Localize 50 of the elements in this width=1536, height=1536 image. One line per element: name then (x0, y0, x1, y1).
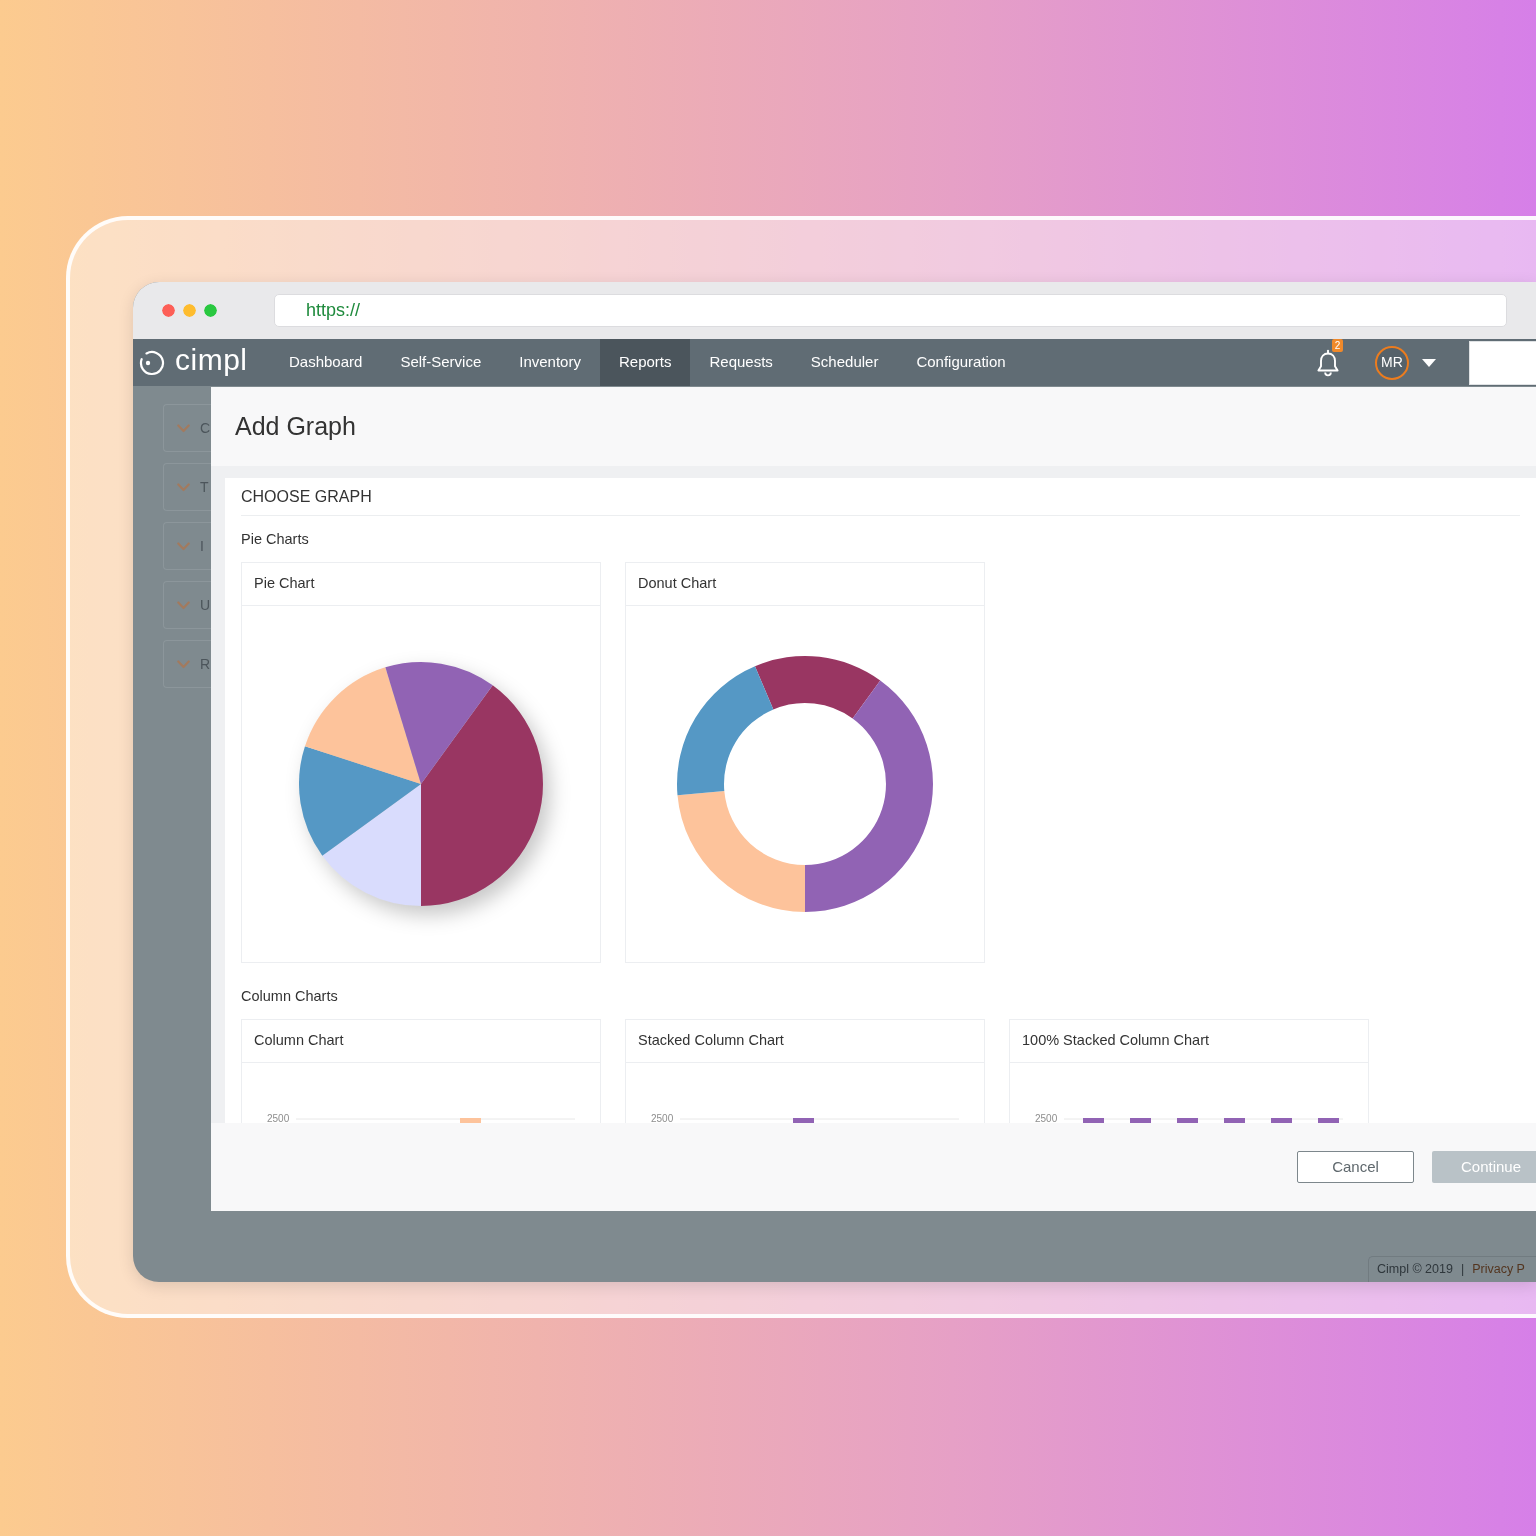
chevron-icon (177, 482, 190, 492)
nav-link[interactable]: Requests (690, 339, 792, 386)
chart-option-card[interactable]: Donut Chart (625, 562, 985, 963)
section-heading: CHOOSE GRAPH (241, 486, 372, 507)
column-bar (1130, 1118, 1151, 1123)
axis-tick-label: 2500 (267, 1114, 291, 1123)
nav-link[interactable]: Self-Service (381, 339, 501, 386)
secondary-button[interactable]: Cancel (1297, 1151, 1414, 1183)
column-bar (793, 1118, 814, 1123)
card-title: 100% Stacked Column Chart (1022, 1031, 1209, 1051)
chart-option-card[interactable]: Pie Chart (241, 562, 601, 963)
column-bar (460, 1118, 481, 1123)
nav-link[interactable]: Configuration (897, 339, 1025, 386)
column-bar (1177, 1118, 1198, 1123)
chart-option-card[interactable]: 100% Stacked Column Chart 2500 (1009, 1019, 1369, 1123)
caret-icon[interactable] (1422, 358, 1436, 367)
bell-icon[interactable] (1315, 348, 1341, 377)
group-heading: Pie Charts (241, 530, 310, 548)
nav-link[interactable]: Inventory (500, 339, 600, 386)
card-title: Donut Chart (638, 574, 717, 594)
address-field[interactable]: https:// (274, 294, 1507, 327)
chevron-icon (177, 659, 190, 669)
group-heading: Column Charts (241, 987, 339, 1005)
notification-badge: 2 (1332, 338, 1343, 352)
privacy-link[interactable]: Privacy P (1472, 1260, 1525, 1279)
modal-title: Add Graph (235, 410, 356, 442)
input-field[interactable] (1469, 340, 1536, 385)
axis-tick-label: 2500 (651, 1114, 675, 1123)
nav-link[interactable]: Scheduler (791, 339, 898, 386)
copyright-text: Cimpl © 2019 (1377, 1261, 1453, 1279)
footer-separator: | (1460, 1261, 1465, 1279)
card-title: Stacked Column Chart (638, 1031, 784, 1051)
card-title: Pie Chart (254, 574, 315, 594)
column-bar (1083, 1118, 1104, 1123)
nav-link[interactable]: Dashboard (270, 339, 382, 386)
chevron-icon (177, 600, 190, 610)
logo-icon (139, 349, 165, 376)
chevron-icon (177, 541, 190, 551)
nav-link[interactable]: Reports (599, 339, 691, 386)
card-title: Column Chart (254, 1031, 344, 1051)
column-bar (1224, 1118, 1245, 1123)
user-avatar[interactable]: MR (1375, 345, 1409, 380)
axis-tick-label: 2500 (1035, 1114, 1059, 1123)
chart-option-card[interactable]: Column Chart 2500 (241, 1019, 601, 1123)
logo-text: cimpl (175, 345, 248, 375)
column-bar (1318, 1118, 1339, 1123)
chart-option-card[interactable]: Stacked Column Chart 2500 (625, 1019, 985, 1123)
chevron-icon (177, 423, 190, 433)
window-close-icon[interactable] (161, 304, 175, 317)
column-bar (1271, 1118, 1292, 1123)
